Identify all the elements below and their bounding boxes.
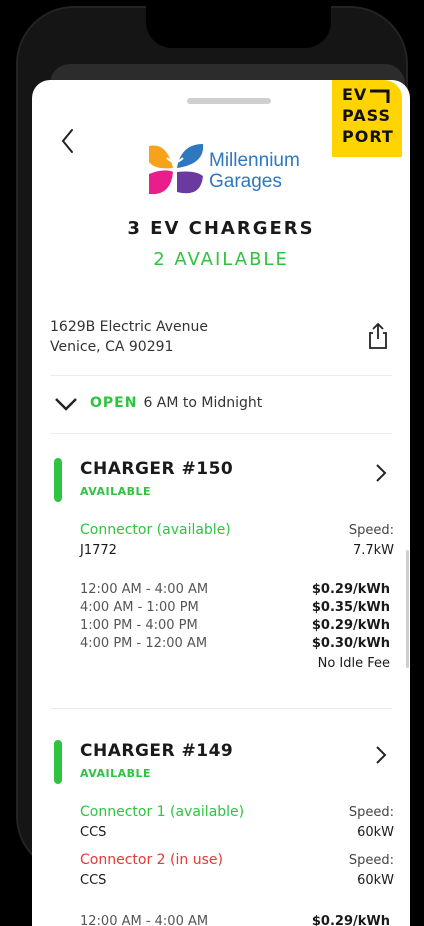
- chevron-left-icon[interactable]: [56, 126, 80, 156]
- rate-row: 4:00 PM - 12:00 AM $0.30/kWh: [80, 635, 390, 653]
- brand-line-2: Garages: [209, 171, 282, 192]
- rate-row: 12:00 AM - 4:00 AM $0.29/kWh: [80, 913, 390, 926]
- speed-label: Speed:: [348, 853, 394, 868]
- connector-label: Connector 1 (available): [80, 804, 245, 820]
- connector-label: Connector 2 (in use): [80, 852, 223, 868]
- page-title: 3 EV CHARGERS: [127, 218, 315, 239]
- hours-text: 6 AM to Midnight: [143, 395, 263, 411]
- rate-row: 4:00 AM - 1:00 PM $0.35/kWh: [80, 599, 390, 617]
- charger-title: CHARGER #150: [80, 459, 234, 479]
- divider: [50, 375, 392, 376]
- charger-status: AVAILABLE: [80, 767, 152, 780]
- opening-hours: OPEN 6 AM to Midnight: [90, 395, 262, 411]
- badge-line-1: EV: [342, 85, 368, 104]
- address-line-2: Venice, CA 90291: [50, 339, 174, 355]
- badge-line-2: PASS: [342, 106, 391, 125]
- brand-name: Millennium Garages: [209, 150, 300, 192]
- rate-time: 1:00 PM - 4:00 PM: [80, 618, 198, 633]
- charger-card-149[interactable]: CHARGER #149 AVAILABLE Connector 1 (avai…: [54, 740, 394, 926]
- idle-fee: No Idle Fee: [317, 656, 390, 671]
- brand-line-1: Millennium: [209, 150, 300, 171]
- share-icon[interactable]: [367, 322, 389, 350]
- charger-detail-sheet: EV PASS PORT Millennium Garages 3 EV CHA…: [32, 80, 410, 926]
- charger-title: CHARGER #149: [80, 741, 234, 761]
- rate-price: $0.35/kWh: [311, 600, 390, 615]
- badge-corner-mark: [370, 89, 390, 103]
- rate-price: $0.29/kWh: [311, 914, 390, 926]
- open-status: OPEN: [90, 395, 138, 411]
- phone-notch: [146, 6, 331, 48]
- status-indicator: [54, 458, 62, 502]
- connector-type: CCS: [80, 873, 107, 888]
- charger-card-150[interactable]: CHARGER #150 AVAILABLE Connector (availa…: [54, 458, 394, 688]
- ev-passport-logo: EV PASS PORT: [332, 80, 402, 157]
- chevron-right-icon[interactable]: [374, 462, 388, 484]
- rate-table: 12:00 AM - 4:00 AM $0.29/kWh: [80, 913, 390, 926]
- connector-label: Connector (available): [80, 522, 231, 538]
- butterfly-logo-icon: [149, 144, 204, 195]
- rate-time: 12:00 AM - 4:00 AM: [80, 582, 209, 597]
- charger-status: AVAILABLE: [80, 485, 152, 498]
- chevron-right-icon[interactable]: [374, 744, 388, 766]
- rate-price: $0.30/kWh: [311, 636, 390, 651]
- speed-label: Speed:: [348, 523, 394, 538]
- rate-time: 12:00 AM - 4:00 AM: [80, 914, 209, 926]
- rate-row: 12:00 AM - 4:00 AM $0.29/kWh: [80, 581, 390, 599]
- rate-time: 4:00 AM - 1:00 PM: [80, 600, 199, 615]
- divider: [50, 708, 392, 709]
- speed-value: 60kW: [357, 825, 394, 840]
- availability-count: 2 AVAILABLE: [153, 249, 289, 270]
- location-address: 1629B Electric Avenue Venice, CA 90291: [50, 317, 208, 357]
- rate-time: 4:00 PM - 12:00 AM: [80, 636, 208, 651]
- sheet-grabber[interactable]: [187, 98, 271, 104]
- speed-label: Speed:: [348, 805, 394, 820]
- divider: [50, 433, 392, 434]
- connector-type: J1772: [80, 543, 117, 558]
- rate-table: 12:00 AM - 4:00 AM $0.29/kWh 4:00 AM - 1…: [80, 581, 390, 673]
- speed-value: 60kW: [357, 873, 394, 888]
- chevron-down-icon[interactable]: [54, 396, 78, 412]
- connector-type: CCS: [80, 825, 107, 840]
- rate-price: $0.29/kWh: [311, 582, 390, 597]
- badge-line-3: PORT: [342, 127, 394, 146]
- status-indicator: [54, 740, 62, 784]
- scrollbar[interactable]: [406, 550, 409, 668]
- rate-row: 1:00 PM - 4:00 PM $0.29/kWh: [80, 617, 390, 635]
- brand-logo: Millennium Garages: [145, 140, 325, 200]
- address-line-1: 1629B Electric Avenue: [50, 319, 209, 335]
- speed-value: 7.7kW: [352, 543, 394, 558]
- rate-price: $0.29/kWh: [311, 618, 390, 633]
